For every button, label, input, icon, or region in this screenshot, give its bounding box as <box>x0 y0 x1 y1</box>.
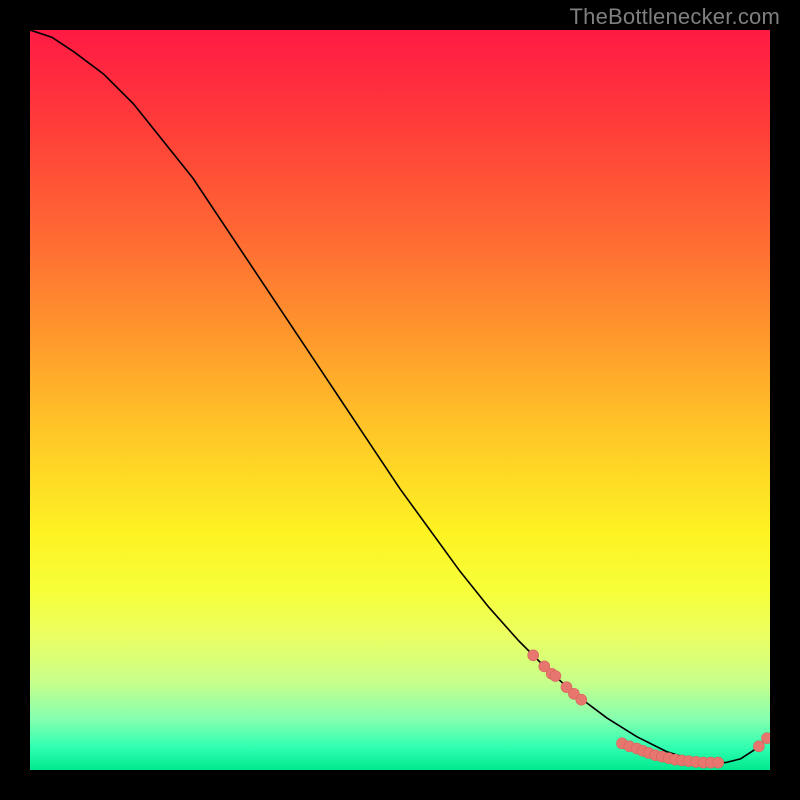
scatter-dot <box>713 757 724 768</box>
scatter-dot <box>753 741 764 752</box>
chart-plot-area <box>30 30 770 770</box>
scatter-dot <box>762 733 770 744</box>
scatter-dot <box>576 694 587 705</box>
chart-svg-overlay <box>30 30 770 770</box>
bottleneck-curve <box>30 30 770 763</box>
scatter-dot <box>550 671 561 682</box>
scatter-dots <box>528 650 770 768</box>
scatter-dot <box>528 650 539 661</box>
watermark-text: TheBottlenecker.com <box>570 4 780 30</box>
